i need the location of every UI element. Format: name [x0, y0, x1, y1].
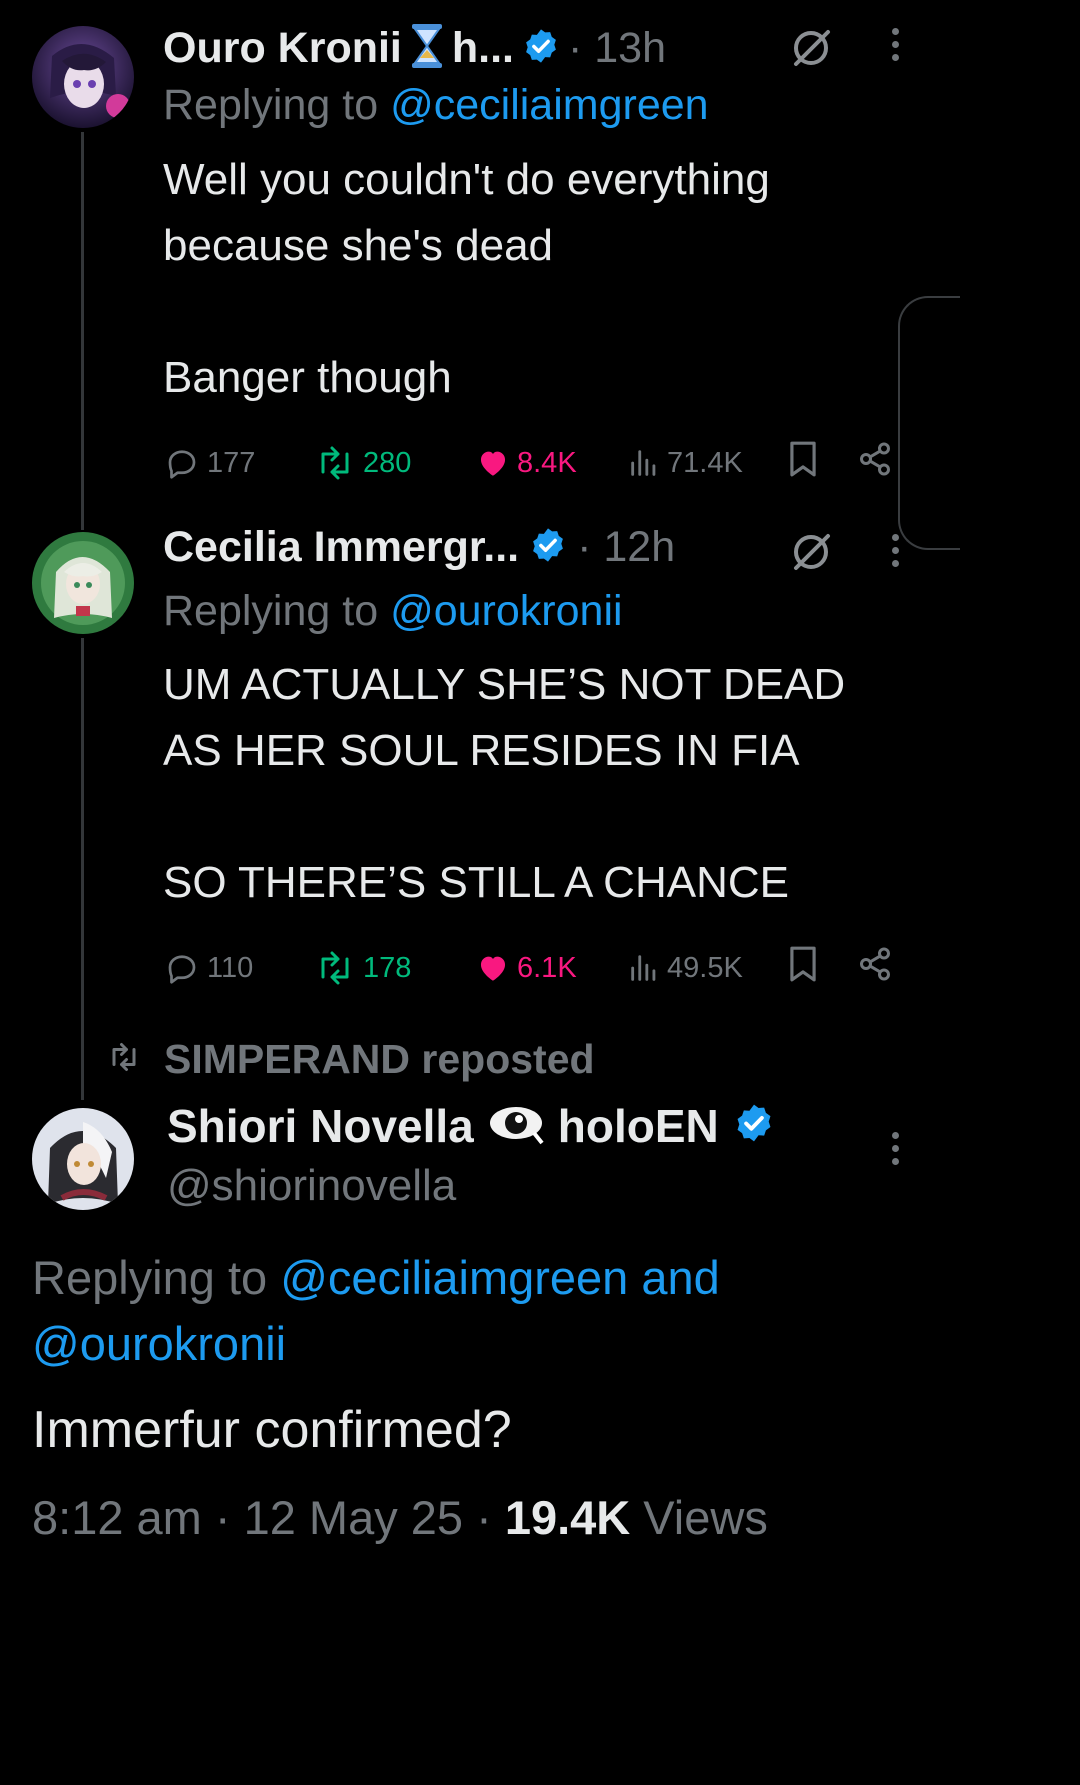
- more-icon[interactable]: [892, 534, 899, 567]
- author-name[interactable]: Cecilia Immergr...: [163, 526, 519, 569]
- tweet-text: Immerfur confirmed?: [32, 1401, 512, 1459]
- like-button[interactable]: 8.4K: [475, 446, 627, 480]
- replying-prefix: Replying to: [163, 587, 391, 635]
- like-button[interactable]: 6.1K: [475, 951, 627, 985]
- repost-button[interactable]: 178: [313, 950, 475, 986]
- views-total: 19.4K: [504, 1491, 631, 1544]
- verified-badge-icon: [529, 526, 567, 569]
- replying-to: Replying to @ceciliaimgreen and @ourokron…: [32, 1245, 932, 1377]
- share-icon[interactable]: [857, 946, 893, 990]
- avatar[interactable]: [32, 26, 134, 128]
- verified-badge-icon: [522, 27, 560, 70]
- hourglass-icon: [410, 24, 444, 73]
- mention-link[interactable]: @ceciliaimgreen: [390, 81, 709, 129]
- more-icon[interactable]: [892, 1132, 899, 1165]
- views-label: Views: [630, 1491, 768, 1544]
- tweet-timestamp: 8:12 am · 12 May 25 · 19.4K Views: [32, 1490, 768, 1545]
- views-count: 71.4K: [667, 446, 743, 479]
- eye-emoji-icon: [488, 1101, 544, 1150]
- views-count: 49.5K: [667, 951, 743, 984]
- grok-icon[interactable]: [790, 530, 834, 579]
- author-name[interactable]: Ouro Kronii: [163, 27, 402, 70]
- reply-button[interactable]: 110: [163, 950, 313, 986]
- author-name-suffix[interactable]: holoEN: [558, 1103, 719, 1149]
- repost-count: 280: [363, 446, 412, 479]
- replying-prefix: Replying to: [32, 1251, 281, 1304]
- mention-link[interactable]: @ourokronii: [390, 587, 622, 635]
- mention-link[interactable]: @ceciliaimgreen and: [280, 1251, 720, 1304]
- tweet-text: Well you couldn't do everything because …: [163, 155, 770, 402]
- tweet-actions: 110 178 6.1K 49.5K: [163, 945, 903, 991]
- views-button[interactable]: 49.5K: [627, 951, 787, 985]
- thread-line: [81, 638, 84, 1100]
- grok-icon[interactable]: [790, 26, 834, 75]
- bookmark-icon[interactable]: [787, 945, 857, 991]
- repost-button[interactable]: 280: [313, 445, 475, 481]
- bookmark-icon[interactable]: [787, 440, 857, 486]
- tweet-text: UM ACTUALLY SHE’S NOT DEAD AS HER SOUL R…: [163, 660, 846, 907]
- replying-prefix: Replying to: [163, 81, 391, 129]
- post-time[interactable]: · 13h: [568, 27, 666, 70]
- like-count: 6.1K: [517, 951, 577, 984]
- author-name[interactable]: Shiori Novella: [167, 1103, 474, 1149]
- author-name-suffix[interactable]: h...: [452, 27, 514, 70]
- verified-badge-icon: [733, 1102, 775, 1149]
- avatar[interactable]: [32, 1108, 134, 1210]
- reply-count: 177: [207, 446, 256, 479]
- repost-icon: [106, 1042, 142, 1077]
- more-icon[interactable]: [892, 28, 899, 61]
- views-button[interactable]: 71.4K: [627, 446, 787, 480]
- replying-to: Replying to @ceciliaimgreen: [163, 84, 709, 127]
- replying-to: Replying to @ourokronii: [163, 590, 623, 633]
- thread-line: [81, 132, 84, 530]
- reply-button[interactable]: 177: [163, 445, 313, 481]
- post-time[interactable]: · 12h: [577, 526, 675, 569]
- like-count: 8.4K: [517, 446, 577, 479]
- reply-count: 110: [207, 951, 254, 984]
- reposted-by[interactable]: SIMPERAND reposted: [164, 1036, 595, 1083]
- timestamp-text[interactable]: 8:12 am · 12 May 25 ·: [32, 1491, 505, 1544]
- repost-indicator: SIMPERAND reposted: [106, 1036, 595, 1083]
- tweet-actions: 177 280 8.4K 71.4K: [163, 440, 903, 486]
- mention-link[interactable]: @ourokronii: [32, 1317, 286, 1370]
- repost-count: 178: [363, 951, 412, 984]
- avatar[interactable]: [32, 532, 134, 634]
- author-handle[interactable]: @shiorinovella: [167, 1164, 456, 1208]
- share-icon[interactable]: [857, 441, 893, 485]
